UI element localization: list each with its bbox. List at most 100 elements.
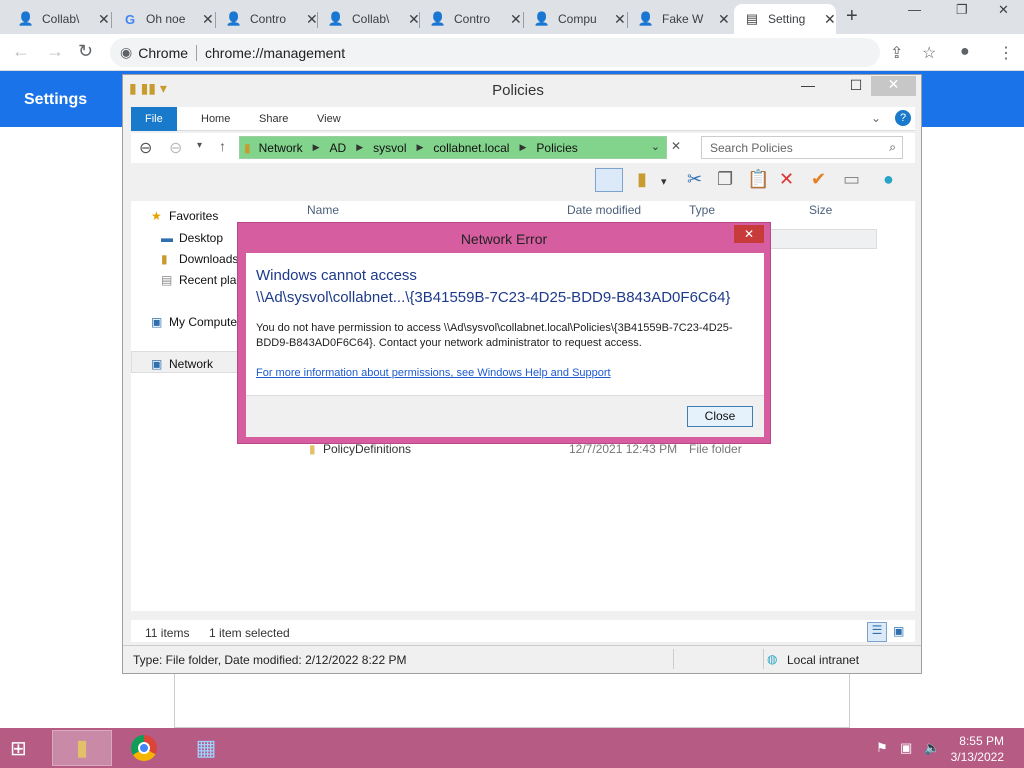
browser-tab[interactable]: 👤 Contro ✕ — [420, 4, 524, 34]
close-tab-icon[interactable]: ✕ — [202, 11, 214, 28]
ribbon-tab-file[interactable]: File — [131, 107, 177, 131]
nav-label: Network — [169, 357, 214, 371]
user-icon: 👤 — [327, 11, 345, 26]
selected-count: 1 item selected — [209, 626, 290, 640]
breadcrumb-network[interactable]: Network — [259, 141, 303, 155]
file-date: 12/7/2021 12:43 PM — [569, 442, 678, 456]
file-type: File folder — [689, 442, 742, 456]
new-folder-icon[interactable]: ▮ — [637, 169, 647, 190]
close-tab-icon[interactable]: ✕ — [824, 11, 836, 28]
restore-icon[interactable]: ❐ — [956, 2, 968, 18]
details-view-icon[interactable]: ☰ — [867, 622, 887, 642]
globe-icon[interactable]: ● — [883, 169, 894, 190]
folder-icon: ▮ — [244, 140, 251, 155]
clock[interactable]: 8:55 PM 3/13/2022 — [944, 733, 1004, 765]
star-icon: ★ — [151, 209, 162, 223]
chrome-taskbar-icon[interactable] — [114, 730, 174, 766]
close-tab-icon[interactable]: ✕ — [408, 11, 420, 28]
browser-tab[interactable]: 👤 Compu ✕ — [524, 4, 628, 34]
profile-icon[interactable]: ● — [960, 43, 970, 61]
breadcrumb-ad[interactable]: AD — [330, 141, 347, 155]
search-input[interactable]: Search Policies ⌕ — [701, 136, 903, 159]
ribbon-tab-view[interactable]: View — [303, 107, 355, 131]
browser-tab[interactable]: 👤 Fake W ✕ — [628, 4, 732, 34]
properties-check-icon[interactable]: ✔ — [811, 169, 826, 190]
nav-my-computer[interactable]: ▣ My Compute — [151, 315, 237, 329]
network-tray-icon[interactable]: ▣ — [900, 740, 912, 756]
omnibox-url: chrome://management — [205, 44, 346, 61]
column-header-size[interactable]: Size — [809, 203, 832, 217]
delete-icon[interactable]: ✕ — [779, 169, 794, 190]
forward-icon[interactable]: ⊖ — [169, 138, 182, 158]
cut-icon[interactable]: ✂ — [687, 169, 702, 190]
recent-locations-icon[interactable]: ▾ — [197, 140, 202, 151]
volume-muted-icon[interactable]: 🔈 — [924, 740, 940, 756]
minimize-icon[interactable]: — — [787, 77, 829, 93]
bookmark-star-icon[interactable]: ☆ — [922, 43, 936, 63]
omnibox-host: Chrome — [138, 44, 189, 61]
help-link[interactable]: For more information about permissions, … — [256, 367, 611, 379]
up-icon[interactable]: ↑ — [219, 138, 226, 154]
close-tab-icon[interactable]: ✕ — [306, 11, 318, 28]
browser-tab[interactable]: 👤 Collab\ ✕ — [318, 4, 420, 34]
close-button[interactable]: Close — [687, 406, 753, 427]
help-icon[interactable]: ? — [895, 110, 911, 126]
nav-network[interactable]: ▣ Network — [151, 357, 213, 371]
copy-icon[interactable]: ❐ — [717, 169, 733, 190]
back-icon[interactable]: ⊖ — [139, 138, 152, 158]
column-header-type[interactable]: Type — [689, 203, 715, 217]
ribbon-tab-home[interactable]: Home — [187, 107, 244, 131]
menu-icon[interactable]: ⋮ — [998, 43, 1014, 63]
settings-title: Settings — [24, 91, 88, 108]
chevron-right-icon: ▶ — [356, 142, 364, 152]
close-window-icon[interactable]: ✕ — [998, 2, 1009, 18]
column-header-name[interactable]: Name — [307, 203, 339, 217]
nav-recent-places[interactable]: ▤ Recent pla — [161, 273, 236, 287]
browser-tab[interactable]: 👤 Contro ✕ — [216, 4, 318, 34]
large-icons-view-icon[interactable]: ▣ — [893, 624, 904, 638]
rename-icon[interactable]: ▭ — [843, 169, 860, 190]
nav-downloads[interactable]: ▮ Downloads — [161, 252, 238, 266]
reload-icon[interactable]: ↻ — [78, 41, 93, 62]
action-center-flag-icon[interactable]: ⚑ — [876, 740, 888, 756]
explorer-titlebar: ▮ ▮▮ ▾ Policies — ☐ ✕ — [123, 75, 921, 103]
server-manager-taskbar-icon[interactable]: ▦ — [176, 730, 236, 766]
minimize-icon[interactable]: — — [908, 2, 921, 17]
clear-address-icon[interactable]: ✕ — [671, 139, 681, 153]
forward-icon[interactable]: → — [46, 41, 64, 62]
close-tab-icon[interactable]: ✕ — [718, 11, 730, 28]
close-window-icon[interactable]: ✕ — [871, 76, 916, 96]
file-explorer-taskbar-icon[interactable]: ▮ — [52, 730, 112, 766]
table-row[interactable]: ▮ PolicyDefinitions — [309, 442, 411, 456]
user-icon: 👤 — [429, 11, 447, 26]
paste-icon[interactable]: 📋 — [747, 169, 769, 190]
breadcrumb-sysvol[interactable]: sysvol — [373, 141, 406, 155]
nav-desktop[interactable]: ▬ Desktop — [161, 231, 223, 245]
close-tab-icon[interactable]: ✕ — [98, 11, 110, 28]
back-icon[interactable]: ← — [12, 41, 30, 62]
close-tab-icon[interactable]: ✕ — [614, 11, 626, 28]
address-bar[interactable]: ▮ Network ▶ AD ▶ sysvol ▶ collabnet.loca… — [239, 136, 667, 159]
ribbon-tab-share[interactable]: Share — [245, 107, 302, 131]
network-icon: ▣ — [151, 357, 163, 371]
desktop-icon: ▬ — [161, 231, 173, 245]
ribbon-expand-icon[interactable]: ⌄ — [871, 111, 881, 125]
tab-title: Compu — [558, 12, 597, 26]
nav-favorites[interactable]: ★ Favorites — [151, 209, 218, 223]
close-dialog-icon[interactable]: ✕ — [734, 225, 764, 243]
column-header-date[interactable]: Date modified — [567, 203, 641, 217]
browser-tab-active[interactable]: ▤ Setting ✕ — [734, 4, 836, 34]
chevron-down-icon[interactable]: ▾ — [661, 175, 667, 188]
start-icon[interactable]: ⊞ — [10, 736, 27, 761]
browser-tab[interactable]: 👤 Collab\ ✕ — [8, 4, 112, 34]
breadcrumb-policies[interactable]: Policies — [536, 141, 577, 155]
chrome-logo-icon: ◉ — [120, 44, 133, 60]
chevron-down-icon[interactable]: ⌄ — [651, 140, 660, 153]
breadcrumb-collabnet[interactable]: collabnet.local — [433, 141, 509, 155]
share-icon[interactable]: ⇪ — [890, 43, 903, 63]
close-tab-icon[interactable]: ✕ — [510, 11, 522, 28]
omnibox[interactable]: ◉ Chrome chrome://management — [110, 38, 880, 67]
preview-pane-icon[interactable] — [595, 168, 623, 192]
new-tab-icon[interactable]: + — [846, 5, 858, 28]
browser-tab[interactable]: G Oh noe ✕ — [112, 4, 216, 34]
